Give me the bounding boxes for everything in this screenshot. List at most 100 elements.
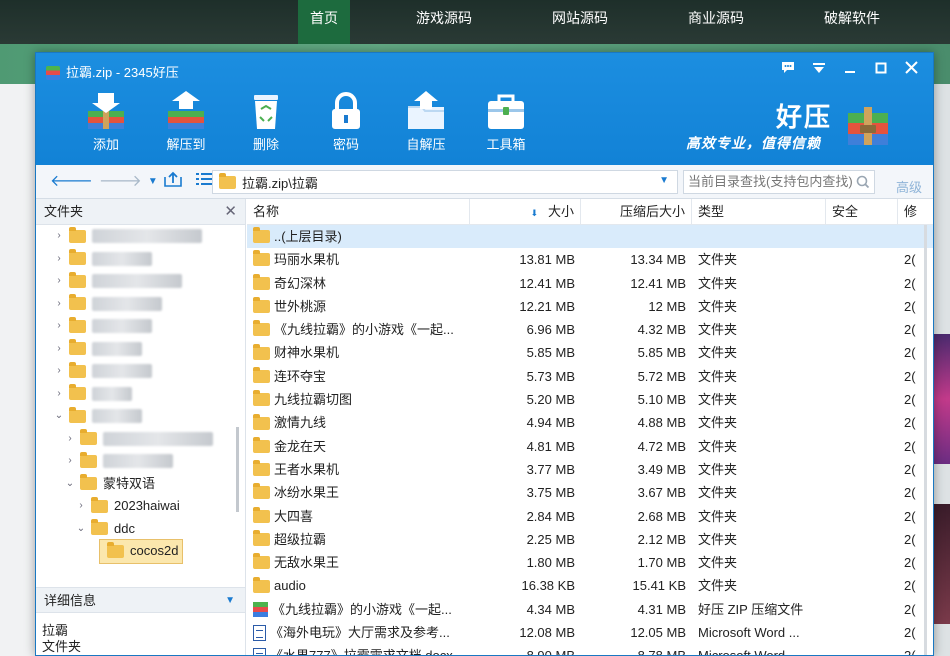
tree-item[interactable]: › (36, 338, 245, 361)
chevron-down-icon[interactable]: ⌄ (52, 405, 66, 428)
column-size[interactable]: ⬇ 大小 (470, 199, 581, 225)
file-row[interactable]: 王者水果机 3.77 MB 3.49 MB 文件夹 2( (247, 458, 933, 481)
toolbox-label: 工具箱 (486, 137, 526, 152)
tree-item[interactable]: › (36, 428, 245, 451)
file-row[interactable]: 财神水果机 5.85 MB 5.85 MB 文件夹 2( (247, 341, 933, 364)
file-row[interactable]: 冰纷水果王 3.75 MB 3.67 MB 文件夹 2( (247, 481, 933, 504)
toolbox-button[interactable]: 工具箱 (466, 89, 546, 159)
extract-to-button[interactable]: 解压到 (146, 89, 226, 159)
search-input[interactable]: 当前目录查找(支持包内查找) (683, 170, 875, 194)
file-row[interactable]: audio 16.38 KB 15.41 KB 文件夹 2( (247, 574, 933, 597)
site-nav-home[interactable]: 首页 (298, 0, 350, 44)
back-arrow-icon[interactable]: 🡐 (50, 172, 93, 192)
add-button[interactable]: 添加 (66, 89, 146, 159)
self-extract-button[interactable]: 自解压 (386, 89, 466, 159)
forward-arrow-icon[interactable]: 🡒 (99, 172, 142, 192)
folder-icon (253, 483, 270, 500)
chevron-right-icon[interactable]: › (52, 360, 66, 383)
detail-type: 文件夹 (42, 639, 82, 654)
parent-directory-row[interactable]: ..(上层目录) (247, 225, 933, 249)
file-row[interactable]: 九线拉霸切图 5.20 MB 5.10 MB 文件夹 2( (247, 388, 933, 411)
tree-item[interactable]: › (36, 383, 245, 406)
security-status (826, 388, 898, 411)
column-security[interactable]: 安全 (826, 199, 898, 225)
file-list: 名称 ⬇ 大小 压缩后大小 类型 安全 修 ..(上层目录) 玛丽水果机 13.81 … (247, 199, 933, 655)
tree-item[interactable]: › (36, 293, 245, 316)
chevron-right-icon[interactable]: › (63, 450, 77, 473)
up-folder-icon[interactable] (163, 171, 182, 193)
tree-item[interactable]: ⌄ 蒙特双语 (36, 473, 245, 496)
list-scrollbar[interactable] (921, 225, 931, 655)
file-row[interactable]: 金龙在天 4.81 MB 4.72 MB 文件夹 2( (247, 435, 933, 458)
security-status (826, 365, 898, 388)
minimize-icon[interactable] (834, 57, 865, 83)
tree-item[interactable]: › (36, 270, 245, 293)
site-nav-business-source[interactable]: 商业源码 (676, 0, 756, 44)
tree-item[interactable]: ⌄ (36, 405, 245, 428)
password-button[interactable]: 密码 (306, 89, 386, 159)
file-name-cell: 超级拉霸 (247, 528, 470, 551)
file-name-cell: 奇幻深林 (247, 272, 470, 295)
tree-scrollbar[interactable] (236, 427, 239, 512)
tree-item[interactable]: › 2023haiwai (36, 495, 245, 518)
file-row[interactable]: 《九线拉霸》的小游戏《一起... 4.34 MB 4.31 MB 好压 ZIP 压缩文… (247, 598, 933, 621)
site-nav-game-source[interactable]: 游戏源码 (404, 0, 484, 44)
chevron-down-icon[interactable]: ⌄ (63, 473, 77, 496)
site-nav-cracked-software[interactable]: 破解软件 (812, 0, 892, 44)
delete-button[interactable]: 删除 (226, 89, 306, 159)
file-name: audio (274, 578, 306, 594)
tree-item[interactable]: › (36, 315, 245, 338)
tree-item[interactable]: cocos2d (36, 539, 245, 564)
haozip-app-icon (46, 66, 60, 80)
column-name[interactable]: 名称 (247, 199, 470, 225)
file-name: 玛丽水果机 (274, 252, 340, 268)
file-row[interactable]: 玛丽水果机 13.81 MB 13.34 MB 文件夹 2( (247, 248, 933, 271)
file-row[interactable]: 大四喜 2.84 MB 2.68 MB 文件夹 2( (247, 505, 933, 528)
chevron-right-icon[interactable]: › (52, 293, 66, 316)
file-row[interactable]: 连环夺宝 5.73 MB 5.72 MB 文件夹 2( (247, 365, 933, 388)
site-nav-web-source[interactable]: 网站源码 (540, 0, 620, 44)
file-row[interactable]: 《水果777》拉霸需求文档.docx 8.90 MB 8.78 MB Microsof… (247, 644, 933, 655)
chevron-right-icon[interactable]: › (52, 338, 66, 361)
tree-item[interactable]: ⌄ ddc (36, 518, 245, 541)
chevron-down-icon[interactable]: ⌄ (74, 518, 88, 541)
chevron-right-icon[interactable]: › (52, 270, 66, 293)
file-row[interactable]: 奇幻深林 12.41 MB 12.41 MB 文件夹 2( (247, 272, 933, 295)
tree-item[interactable]: › (36, 450, 245, 473)
column-modified[interactable]: 修 (898, 199, 933, 225)
file-row[interactable]: 激情九线 4.94 MB 4.88 MB 文件夹 2( (247, 411, 933, 434)
file-row[interactable]: 《海外电玩》大厅需求及参考... 12.08 MB 12.05 MB Microsof… (247, 621, 933, 644)
tree-item[interactable]: › (36, 360, 245, 383)
add-archive-icon (84, 89, 128, 133)
close-pane-icon[interactable]: ✕ (224, 199, 237, 225)
advanced-search-link[interactable]: 高级 (896, 177, 922, 196)
maximize-icon[interactable] (865, 57, 896, 83)
column-compressed[interactable]: 压缩后大小 (581, 199, 692, 225)
history-dropdown-icon[interactable]: ▼ (148, 172, 158, 192)
feedback-icon[interactable] (772, 57, 803, 83)
details-header[interactable]: 详细信息 ▼ (36, 587, 245, 613)
tree-item[interactable]: › (36, 225, 245, 248)
chevron-right-icon[interactable]: › (52, 248, 66, 271)
file-row[interactable]: 世外桃源 12.21 MB 12 MB 文件夹 2( (247, 295, 933, 318)
chevron-right-icon[interactable]: › (52, 225, 66, 248)
chevron-right-icon[interactable]: › (63, 428, 77, 451)
search-icon[interactable] (856, 171, 870, 200)
file-row[interactable]: 无敌水果王 1.80 MB 1.70 MB 文件夹 2( (247, 551, 933, 574)
chevron-down-icon[interactable]: ▼ (225, 588, 235, 614)
file-row[interactable]: 《九线拉霸》的小游戏《一起... 6.96 MB 4.32 MB 文件夹 2( (247, 318, 933, 341)
chevron-right-icon[interactable]: › (52, 315, 66, 338)
close-icon[interactable] (896, 57, 927, 83)
word-document-icon (253, 624, 266, 641)
path-dropdown-icon[interactable]: ▼ (659, 175, 669, 186)
chevron-right-icon[interactable]: › (74, 495, 88, 518)
menu-icon[interactable] (803, 57, 834, 83)
file-name-cell: 财神水果机 (247, 341, 470, 364)
file-size: 13.81 MB (519, 252, 575, 268)
file-row[interactable]: 超级拉霸 2.25 MB 2.12 MB 文件夹 2( (247, 528, 933, 551)
file-size: 2.25 MB (526, 531, 575, 547)
path-field[interactable]: 拉霸.zip\拉霸 ▼ (212, 170, 678, 194)
column-type[interactable]: 类型 (692, 199, 826, 225)
chevron-right-icon[interactable]: › (52, 383, 66, 406)
tree-item[interactable]: › (36, 248, 245, 271)
